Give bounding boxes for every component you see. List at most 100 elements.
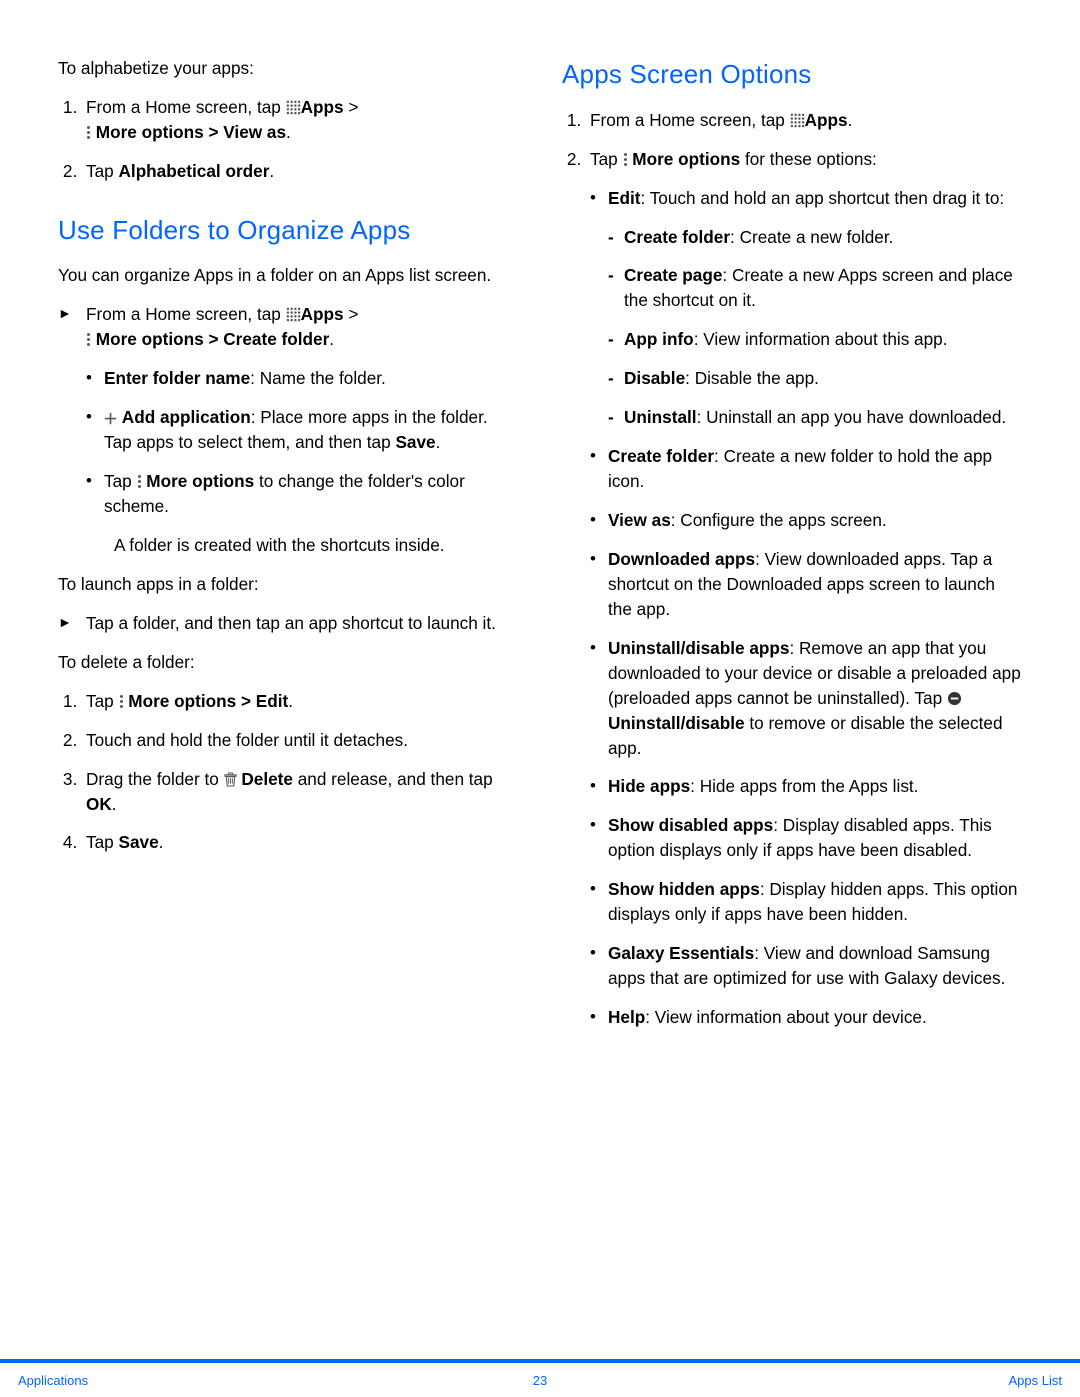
text: View as — [608, 510, 671, 530]
footer-right: Apps List — [1009, 1373, 1062, 1388]
options-steps: From a Home screen, tap Apps. Tap More o… — [562, 108, 1022, 1030]
edit-sublist: Create folder: Create a new folder. Crea… — [608, 225, 1022, 431]
text: Tap — [590, 149, 623, 169]
text: . — [269, 161, 274, 181]
more-options-icon — [86, 332, 91, 347]
right-column: Apps Screen Options From a Home screen, … — [562, 56, 1022, 1044]
page-number: 23 — [533, 1373, 547, 1388]
text: Add application — [122, 407, 251, 427]
list-item: Help: View information about your device… — [590, 1005, 1022, 1030]
text: : Hide apps from the Apps list. — [690, 776, 918, 796]
list-item: From a Home screen, tap Apps. — [586, 108, 1022, 133]
list-item: Tap Alphabetical order. — [82, 159, 518, 184]
list-item: From a Home screen, tap Apps > More opti… — [58, 302, 518, 558]
list-item: Drag the folder to Delete and release, a… — [82, 767, 518, 817]
text: > View as — [204, 122, 286, 142]
list-item: Edit: Touch and hold an app shortcut the… — [590, 186, 1022, 431]
text: : Disable the app. — [685, 368, 819, 388]
text: for these options: — [740, 149, 877, 169]
more-options-icon — [86, 125, 91, 140]
text: More options — [96, 329, 204, 349]
section-heading-folders: Use Folders to Organize Apps — [58, 212, 518, 250]
list-item: Downloaded apps: View downloaded apps. T… — [590, 547, 1022, 622]
text: . — [329, 329, 334, 349]
text: Disable — [624, 368, 685, 388]
two-column-layout: To alphabetize your apps: From a Home sc… — [58, 56, 1022, 1044]
text: > Edit — [236, 691, 288, 711]
list-item: Create folder: Create a new folder. — [608, 225, 1022, 250]
list-item: Tap More options for these options: Edit… — [586, 147, 1022, 1030]
list-item: Tap a folder, and then tap an app shortc… — [58, 611, 518, 636]
text: Tap — [86, 691, 119, 711]
text: Downloaded apps — [608, 549, 755, 569]
left-column: To alphabetize your apps: From a Home sc… — [58, 56, 518, 1044]
text: Edit — [608, 188, 640, 208]
text: Create page — [624, 265, 722, 285]
minus-circle-icon — [947, 691, 962, 706]
text: . — [112, 794, 117, 814]
text: Hide apps — [608, 776, 690, 796]
text: Enter folder name — [104, 368, 250, 388]
apps-grid-icon — [286, 100, 301, 115]
pointer-list: From a Home screen, tap Apps > More opti… — [58, 302, 518, 558]
list-item: Tap More options to change the folder's … — [86, 469, 518, 519]
list-item: Add application: Place more apps in the … — [86, 405, 518, 455]
text: Delete — [241, 769, 293, 789]
options-bullets: Edit: Touch and hold an app shortcut the… — [590, 186, 1022, 1030]
text: . — [286, 122, 291, 142]
list-item: From a Home screen, tap Apps > More opti… — [82, 95, 518, 145]
text: Tap — [86, 832, 119, 852]
text: OK — [86, 794, 112, 814]
text: . — [288, 691, 293, 711]
text: Tap — [86, 161, 119, 181]
text: Uninstall/disable — [608, 713, 745, 733]
list-item: Create folder: Create a new folder to ho… — [590, 444, 1022, 494]
text: Tap — [104, 471, 137, 491]
text: From a Home screen, tap — [86, 304, 286, 324]
text: More options — [128, 691, 236, 711]
text: > — [344, 304, 359, 324]
text: : View information about this app. — [694, 329, 948, 349]
text: . — [848, 110, 853, 130]
text: Show disabled apps — [608, 815, 773, 835]
trash-icon — [224, 772, 237, 787]
text: . — [436, 432, 441, 452]
text: App info — [624, 329, 694, 349]
more-options-icon — [119, 694, 124, 709]
text: : Create a new folder. — [730, 227, 893, 247]
text: Alphabetical order — [119, 161, 270, 181]
document-page: To alphabetize your apps: From a Home sc… — [0, 0, 1080, 1397]
alphabetize-steps: From a Home screen, tap Apps > More opti… — [58, 95, 518, 184]
text: More options — [96, 122, 204, 142]
list-item: Hide apps: Hide apps from the Apps list. — [590, 774, 1022, 799]
list-item: App info: View information about this ap… — [608, 327, 1022, 352]
text: : Uninstall an app you have downloaded. — [697, 407, 1007, 427]
list-item: Galaxy Essentials: View and download Sam… — [590, 941, 1022, 991]
apps-grid-icon — [286, 307, 301, 322]
more-options-icon — [623, 152, 628, 167]
text: More options — [632, 149, 740, 169]
text: : Touch and hold an app shortcut then dr… — [640, 188, 1004, 208]
list-item: Tap Save. — [82, 830, 518, 855]
pointer-list: Tap a folder, and then tap an app shortc… — [58, 611, 518, 636]
plus-icon — [104, 412, 117, 425]
list-item: Show hidden apps: Display hidden apps. T… — [590, 877, 1022, 927]
text: Apps — [301, 304, 344, 324]
footer-left: Applications — [18, 1373, 88, 1388]
apps-grid-icon — [790, 113, 805, 128]
list-item: Uninstall/disable apps: Remove an app th… — [590, 636, 1022, 761]
text: From a Home screen, tap — [590, 110, 790, 130]
delete-steps: Tap More options > Edit. Touch and hold … — [58, 689, 518, 856]
body-text: A folder is created with the shortcuts i… — [86, 533, 518, 558]
list-item: Disable: Disable the app. — [608, 366, 1022, 391]
list-item: Touch and hold the folder until it detac… — [82, 728, 518, 753]
list-item: Uninstall: Uninstall an app you have dow… — [608, 405, 1022, 430]
list-item: View as: Configure the apps screen. — [590, 508, 1022, 533]
sub-bullets: Enter folder name: Name the folder. Add … — [86, 366, 518, 519]
text: Uninstall/disable apps — [608, 638, 789, 658]
delete-intro: To delete a folder: — [58, 650, 518, 675]
text: Uninstall — [624, 407, 697, 427]
alphabetize-intro: To alphabetize your apps: — [58, 56, 518, 81]
text: : View information about your device. — [645, 1007, 927, 1027]
text: Save — [395, 432, 435, 452]
